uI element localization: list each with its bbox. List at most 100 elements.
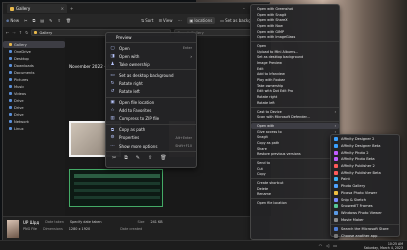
sidebar-item-label: OneDrive xyxy=(14,49,31,54)
file-thumb xyxy=(7,220,19,238)
open-with-app-item[interactable]: Photo Gallery xyxy=(331,183,399,190)
refresh-icon[interactable]: ↻ xyxy=(25,30,28,35)
menu-item-label: Share xyxy=(257,146,267,151)
classic-menu-item[interactable]: Open file location xyxy=(251,200,339,206)
date-taken-value[interactable]: Specify date taken xyxy=(70,220,102,225)
date-taken-label: Date taken xyxy=(45,220,64,224)
sidebar-item-label: Drive xyxy=(14,105,24,110)
wifi-icon[interactable]: ◠ xyxy=(319,243,323,248)
sidebar-item[interactable]: Network xyxy=(3,118,65,125)
classic-menu-item[interactable]: Restore previous versions xyxy=(251,152,339,158)
cut-icon[interactable]: ✂ xyxy=(24,18,27,23)
command-bar: ⊕ New ✂ ⧉ ▤ ✎ ⇪ 🗑 ⇅ Sort ☰ View ⋯ ▣ location… xyxy=(3,14,269,27)
rename-icon[interactable]: ✎ xyxy=(136,155,140,161)
classic-menu-item[interactable]: Rotate left xyxy=(251,100,339,106)
up-icon[interactable]: ↑ xyxy=(19,30,22,35)
menu-item-label: Search the Microsoft Store xyxy=(341,227,389,232)
open-with-app-item[interactable]: Affinity Designer Beta xyxy=(331,143,399,150)
tab-gallery[interactable]: Gallery × xyxy=(7,4,67,13)
menu-item[interactable]: ▭ Set as desktop background xyxy=(106,71,196,79)
classic-menu-item[interactable]: Scan with Microsoft Defender... xyxy=(251,114,339,120)
date-created-label: Date created xyxy=(120,227,143,231)
sidebar-item[interactable]: Linux xyxy=(3,125,65,132)
ownership-icon: ♟ xyxy=(110,61,115,67)
open-with-app-item[interactable]: Windows Photo Viewer xyxy=(331,210,399,217)
menu-item-label: Movie Maker xyxy=(341,217,364,222)
back-icon[interactable]: ← xyxy=(6,30,9,35)
menu-item[interactable]: ☆ Add to Favorites xyxy=(106,107,196,115)
paste-icon[interactable]: ▤ xyxy=(40,18,44,23)
menu-item[interactable]: ▥ Compress to ZIP file xyxy=(106,115,196,123)
share-icon[interactable]: ⇪ xyxy=(57,18,60,23)
menu-item[interactable]: ⧉ Copy as path xyxy=(106,126,196,134)
more-icon[interactable]: ⋯ xyxy=(178,18,182,23)
copy-icon[interactable]: ⧉ xyxy=(32,18,35,23)
open-with-app-item[interactable]: Movie Maker xyxy=(331,216,399,223)
menu-item-label: Rotate right xyxy=(119,80,143,86)
menu-item-label: Open xyxy=(119,45,130,51)
menu-item[interactable]: ♟ Take ownership xyxy=(106,60,196,68)
close-tab-icon[interactable]: × xyxy=(61,6,64,11)
delete-icon[interactable]: 🗑 xyxy=(160,155,166,161)
open-with-app-item[interactable]: Picasa Photo Viewer xyxy=(331,190,399,197)
minimize-icon[interactable]: – xyxy=(243,6,245,11)
open-with-app-item[interactable]: Affinity Photo 2 xyxy=(331,149,399,156)
app-icon xyxy=(334,164,338,169)
copy-icon[interactable]: ⧉ xyxy=(124,155,128,161)
clock-date[interactable]: Saturday, March 4, 2023 xyxy=(364,246,403,250)
menu-item[interactable]: ⚙ Properties Alt+Enter xyxy=(106,134,196,142)
menu-item[interactable]: ⋯ Show more options Shift+F10 xyxy=(106,142,196,150)
menu-item[interactable]: ◨ Open with › xyxy=(106,52,196,60)
open-with-app-item[interactable]: SnowedIT Frames xyxy=(331,203,399,210)
app-icon xyxy=(334,233,338,238)
open-with-app-item[interactable]: Search the Microsoft Store xyxy=(331,226,399,233)
app-icon xyxy=(334,190,338,195)
sort-icon: ⇅ xyxy=(140,18,145,23)
open-with-app-item[interactable]: Affinity Publisher Beta xyxy=(331,169,399,176)
locations-button[interactable]: ▣ locations xyxy=(186,17,216,24)
sidebar-item[interactable]: Pictures xyxy=(3,76,65,83)
menu-item[interactable]: ▣ Open file location xyxy=(106,99,196,107)
sidebar-item[interactable]: Videos xyxy=(3,90,65,97)
open-with-app-item[interactable]: Affinity Photo Beta xyxy=(331,156,399,163)
sidebar-item[interactable]: Desktop xyxy=(3,55,65,62)
menu-item[interactable]: ↻ Rotate right xyxy=(106,79,196,87)
classic-menu-item[interactable]: Copy xyxy=(251,172,339,178)
classic-menu-item[interactable]: Rename xyxy=(251,192,339,198)
menu-item[interactable]: ↺ Rotate left xyxy=(106,87,196,95)
open-with-submenu: Affinity Designer 2 Affinity Designer Bet… xyxy=(330,134,400,240)
sidebar-item[interactable]: Drive xyxy=(3,104,65,111)
sidebar-item[interactable]: Drive xyxy=(3,97,65,104)
volume-icon[interactable]: ◁ xyxy=(326,243,329,248)
sidebar-item[interactable]: Documents xyxy=(3,69,65,76)
battery-icon[interactable]: ▭ xyxy=(333,243,337,248)
cut-icon[interactable]: ✂ xyxy=(112,155,116,161)
sidebar-item[interactable]: OneDrive xyxy=(3,48,65,55)
thumbnail-wide[interactable] xyxy=(69,169,163,207)
open-with-app-item[interactable]: Choose another app xyxy=(331,233,399,240)
open-with-app-item[interactable]: Affinity Publisher 2 xyxy=(331,163,399,170)
app-icon xyxy=(334,204,338,209)
menu-item[interactable]: ▢ Open Enter xyxy=(106,44,196,52)
new-tab-button[interactable]: + xyxy=(70,6,73,11)
menu-item-label: Give access to xyxy=(257,129,282,134)
new-button[interactable]: ⊕ New xyxy=(6,18,19,23)
open-with-app-item[interactable]: Paint xyxy=(331,176,399,183)
sidebar-item[interactable]: Music xyxy=(3,83,65,90)
view-button[interactable]: ☰ View xyxy=(158,18,172,23)
open-with-app-item[interactable]: Affinity Designer 2 xyxy=(331,136,399,143)
chevron-right-icon: › xyxy=(334,129,336,134)
classic-menu-item[interactable]: Open with ImageGlass xyxy=(251,34,339,40)
open-with-app-item[interactable]: Snip & Sketch xyxy=(331,196,399,203)
menu-item-label: Cast to Device xyxy=(257,109,282,114)
sort-button[interactable]: ⇅ Sort xyxy=(141,18,154,23)
delete-icon[interactable]: 🗑 xyxy=(66,18,71,23)
sidebar-item[interactable]: Downloads xyxy=(3,62,65,69)
folder-icon xyxy=(9,71,12,74)
rename-icon[interactable]: ✎ xyxy=(49,18,52,23)
share-icon[interactable]: ⇪ xyxy=(148,155,152,161)
forward-icon[interactable]: → xyxy=(12,30,15,35)
sidebar-item[interactable]: Gallery xyxy=(3,41,65,48)
menu-item-label: Affinity Designer 2 xyxy=(341,137,375,142)
sidebar-item[interactable]: Drive xyxy=(3,111,65,118)
